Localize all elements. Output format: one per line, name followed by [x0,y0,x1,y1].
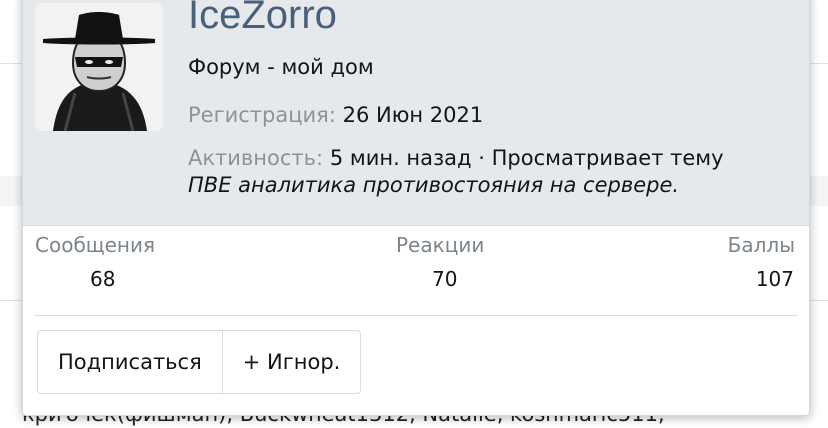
username-link[interactable]: IceZorro [188,0,337,38]
action-button-group: Подписаться + Игнор. [37,330,362,394]
member-stats: Сообщения 68 Реакции 70 Баллы 107 [23,233,809,303]
stat-messages-label: Сообщения [35,233,156,257]
avatar[interactable] [35,3,163,131]
stat-messages[interactable]: Сообщения 68 [35,233,155,291]
stat-reactions[interactable]: Реакции 70 [396,233,484,291]
activity-row: Активность: 5 мин. назад · Просматривает… [188,146,724,170]
registration-row: Регистрация: 26 Июн 2021 [188,103,483,127]
stat-points-label: Баллы [727,233,795,257]
stat-points[interactable]: Баллы 107 [728,233,795,291]
member-tooltip-card: IceZorro Форум - мой дом Регистрация: 26… [22,0,810,416]
activity-thread-link[interactable]: ПВЕ аналитика противостояния на сервере. [188,173,679,197]
activity-status: 5 мин. назад · Просматривает тему [329,146,724,170]
stat-reactions-label: Реакции [396,233,485,257]
registration-date: 26 Июн 2021 [342,103,484,127]
ignore-button[interactable]: + Игнор. [221,331,361,393]
avatar-image [35,3,163,131]
activity-label: Активность: [188,146,324,170]
stat-messages-value: 68 [90,267,116,291]
member-header: IceZorro Форум - мой дом Регистрация: 26… [23,0,809,226]
stat-points-value: 107 [755,267,794,291]
stats-divider [35,315,797,316]
user-title: Форум - мой дом [188,55,374,79]
stat-reactions-value: 70 [432,267,458,291]
follow-button[interactable]: Подписаться [38,331,222,393]
registration-label: Регистрация: [188,103,336,127]
